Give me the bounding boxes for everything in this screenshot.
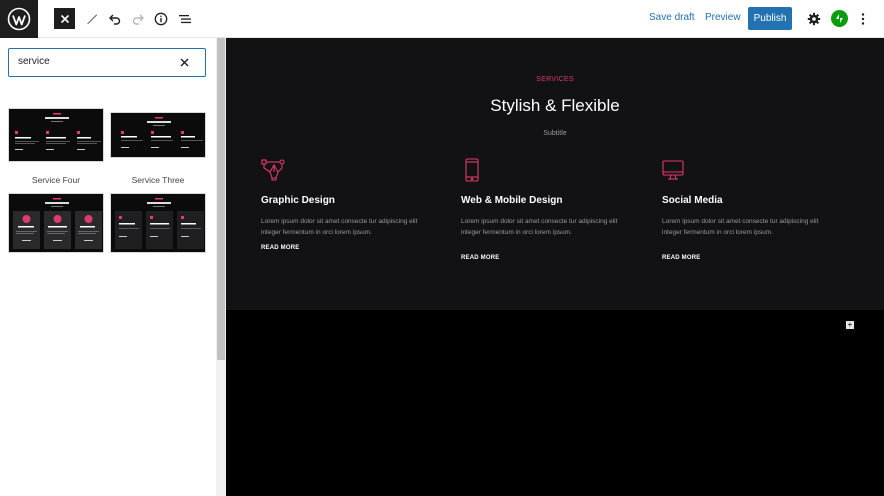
pencil-icon [87,14,97,24]
redo-button[interactable] [126,7,150,31]
details-button[interactable] [149,7,173,31]
service-description[interactable]: Lorem ipsum dolor sit amet consecte tur … [261,216,439,238]
publish-button[interactable]: Publish [748,7,792,30]
service-title[interactable]: Web & Mobile Design [461,195,563,206]
jetpack-icon [836,14,843,23]
jetpack-button[interactable] [831,10,848,27]
pattern-preview-service-three[interactable] [110,112,206,158]
read-more-link[interactable]: READ MORE [461,255,499,261]
settings-button[interactable] [802,7,826,31]
service-title[interactable]: Social Media [662,195,723,206]
search-input[interactable] [18,56,158,67]
section-heading[interactable]: Stylish & Flexible [226,96,884,116]
read-more-link[interactable]: READ MORE [662,255,700,261]
editor-header: Save draft Preview Publish [0,0,884,38]
info-icon [154,12,168,26]
close-icon [60,14,69,23]
service-description[interactable]: Lorem ipsum dolor sit amet consecte tur … [662,216,840,238]
list-view-button[interactable] [173,7,197,31]
service-title[interactable]: Graphic Design [261,195,335,206]
pattern-label: Service Four [31,175,81,185]
undo-icon [109,14,121,25]
undo-button[interactable] [103,7,127,31]
pattern-preview[interactable] [110,193,206,253]
read-more-link[interactable]: READ MORE [261,245,299,251]
pattern-thumbnail-image [111,113,205,157]
more-vertical-icon [861,13,865,25]
close-inserter-button[interactable] [54,8,75,29]
vector-pen-icon [261,159,285,181]
wordpress-logo-button[interactable] [0,0,38,38]
list-view-icon [179,15,191,24]
redo-icon [132,14,144,25]
plus-icon: + [847,320,853,329]
pattern-thumbnail-image [9,109,103,161]
monitor-icon [662,160,684,180]
scrollbar-thumb[interactable] [217,38,225,360]
pattern-label: Service Three [131,175,185,185]
section-eyebrow[interactable]: SERVICES [226,76,884,83]
mobile-phone-icon [465,158,479,182]
section-subtitle[interactable]: Subtitle [226,130,884,137]
pattern-thumbnail-image [9,194,103,252]
clear-search-button[interactable] [180,56,189,70]
pattern-search[interactable] [8,48,206,77]
gear-icon [807,12,821,26]
tools-button[interactable] [80,7,104,31]
pattern-preview-service-four[interactable] [8,108,104,162]
close-icon [180,58,189,67]
pattern-thumbnail-image [111,194,205,252]
options-button[interactable] [851,7,875,31]
services-section[interactable]: SERVICES Stylish & Flexible Subtitle Gra… [226,38,884,310]
service-description[interactable]: Lorem ipsum dolor sit amet consecte tur … [461,216,639,238]
wordpress-icon [7,7,31,31]
add-block-button[interactable]: + [846,321,854,329]
block-inserter-panel: Service Four Service Three [0,38,226,496]
save-draft-button[interactable]: Save draft [649,12,695,23]
pattern-preview[interactable] [8,193,104,253]
preview-button[interactable]: Preview [705,12,741,23]
editor-canvas: SERVICES Stylish & Flexible Subtitle Gra… [226,38,884,496]
